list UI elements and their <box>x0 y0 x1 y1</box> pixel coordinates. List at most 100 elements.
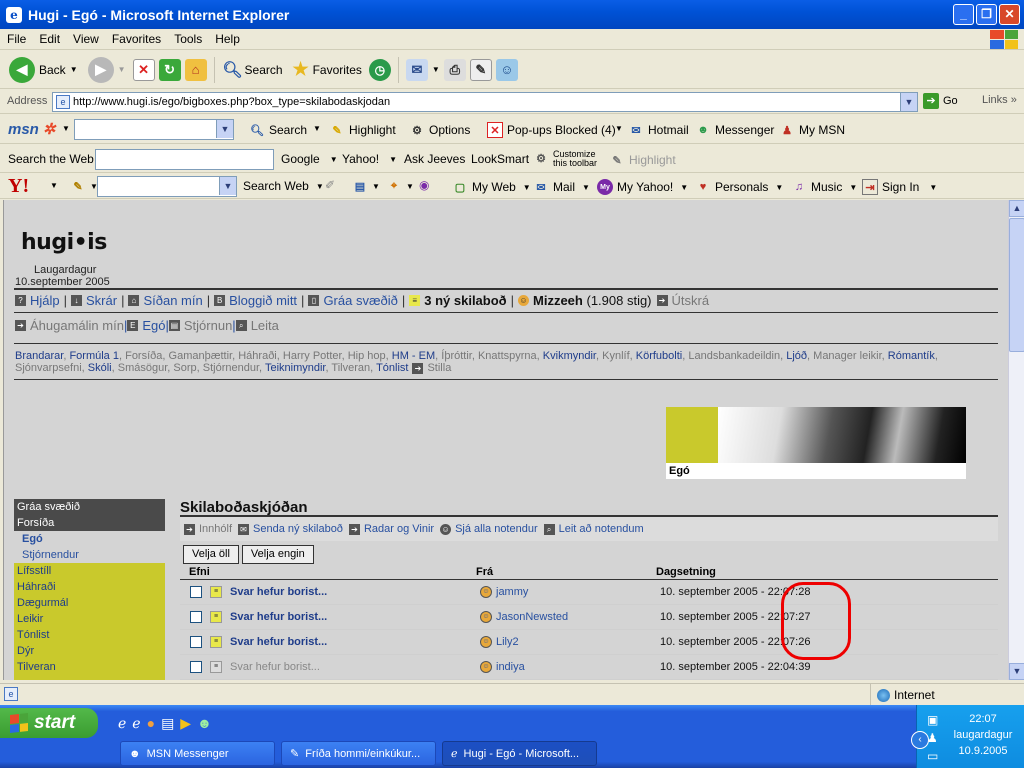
message-row[interactable]: ≡ Svar hefur borist... ☺ jammy 10. september… <box>180 580 998 605</box>
interest-link[interactable]: Kynlíf <box>602 350 630 362</box>
mail-button[interactable]: ✉ Mail ▼ <box>533 179 590 195</box>
menu-favorites[interactable]: Favorites <box>106 32 167 46</box>
favorites-button[interactable]: ★ Favorites <box>290 59 365 79</box>
task-chat-window[interactable]: ✎ Fríða hommi/einkúkur... <box>281 741 436 766</box>
start-button[interactable]: start <box>0 708 98 738</box>
options-button[interactable]: ⚙ Options <box>409 122 470 138</box>
scroll-down-button[interactable]: ▼ <box>1009 663 1024 680</box>
interest-link[interactable]: Hip hop <box>348 350 386 362</box>
headphones-icon[interactable]: ◉ <box>419 178 429 192</box>
search-web-button[interactable]: Search Web ▼ <box>243 179 324 193</box>
send-new-link[interactable]: Senda ný skilaboð <box>253 523 343 535</box>
admin-link[interactable]: Stjórnun <box>184 318 232 333</box>
vertical-scrollbar[interactable]: ▲ ▼ <box>1008 200 1024 680</box>
my-page-link[interactable]: Síðan mín <box>143 293 202 308</box>
ie-quicklaunch-icon-2[interactable]: ℯ <box>132 715 140 732</box>
my-yahoo-button[interactable]: My My Yahoo! ▼ <box>597 179 688 195</box>
message-subject[interactable]: Svar hefur borist... <box>230 611 480 623</box>
message-checkbox[interactable] <box>190 636 202 648</box>
interest-link[interactable]: Sorp <box>173 362 196 374</box>
interest-link[interactable]: Landsbankadeildin <box>688 350 780 362</box>
gray-area-link[interactable]: Gráa svæðið <box>323 293 397 308</box>
edit-icon[interactable]: ✎ <box>469 58 492 81</box>
pencil-icon[interactable]: ✎ ▼ <box>70 178 98 194</box>
mail-icon[interactable]: ✉ <box>405 58 428 81</box>
interest-link[interactable]: Gamanþættir <box>169 350 233 362</box>
scroll-thumb[interactable] <box>1009 218 1024 352</box>
tray-computer-icon[interactable]: ▭ <box>927 749 938 763</box>
popups-dropdown-icon[interactable]: ▼ <box>615 124 623 133</box>
interest-link[interactable]: Smásögur <box>118 362 168 374</box>
go-button[interactable]: ➔ Go <box>923 93 958 109</box>
menu-edit[interactable]: Edit <box>33 32 66 46</box>
message-checkbox[interactable] <box>190 611 202 623</box>
maximize-button[interactable]: ❐ <box>976 4 997 25</box>
message-sender[interactable]: Lily2 <box>496 636 519 648</box>
sidebar-frontpage[interactable]: Forsíða <box>14 515 165 531</box>
interest-link[interactable]: Sjónvarpsefni <box>15 362 82 374</box>
interest-link[interactable]: Stjórnendur <box>203 362 259 374</box>
message-sender[interactable]: JasonNewsted <box>496 611 568 623</box>
search-web-input[interactable] <box>95 149 274 170</box>
interest-link[interactable]: Knattspyrna <box>478 350 537 362</box>
address-dropdown-icon[interactable]: ▼ <box>900 93 917 111</box>
settings-link[interactable]: Stilla <box>427 362 451 374</box>
home-icon[interactable]: ⌂ <box>184 58 207 81</box>
scroll-up-button[interactable]: ▲ <box>1009 200 1024 217</box>
refresh-icon[interactable]: ↻ <box>158 58 181 81</box>
google-button[interactable]: Google ▼ <box>281 152 338 166</box>
print-icon[interactable]: ⎙ <box>443 58 466 81</box>
new-messages-link[interactable]: 3 ný skilaboð <box>424 293 506 308</box>
sidebar-item-games[interactable]: Leikir <box>14 611 165 627</box>
interest-link[interactable]: HM - EM <box>392 350 435 362</box>
ie-quicklaunch-icon[interactable]: ℯ <box>118 715 126 732</box>
msn-dropdown-icon[interactable]: ▼ <box>62 124 70 133</box>
back-dropdown-icon[interactable]: ▼ <box>70 65 78 74</box>
inbox-link[interactable]: Innhólf <box>199 523 232 535</box>
my-web-button[interactable]: ▢ My Web ▼ <box>452 179 531 195</box>
forward-button[interactable]: ▶ ▼ <box>85 56 129 83</box>
close-button[interactable]: ✕ <box>999 4 1020 25</box>
yahoo-button[interactable]: Yahoo! ▼ <box>342 152 397 166</box>
my-interests-link[interactable]: Áhugamálin mín <box>30 318 124 333</box>
sw-highlight-button[interactable]: ✎ Highlight <box>609 152 675 168</box>
yahoo-search-input[interactable]: ▼ <box>97 176 237 197</box>
personals-button[interactable]: ♥ Personals ▼ <box>695 179 784 195</box>
hugi-logo[interactable]: hugi•is <box>21 230 107 255</box>
sidebar-item-animals[interactable]: Dýr <box>14 643 165 659</box>
sidebar-item-admins[interactable]: Stjórnendur <box>14 547 165 563</box>
notepad-icon[interactable]: ▤ <box>161 715 174 732</box>
message-checkbox[interactable] <box>190 586 202 598</box>
tray-app-icon[interactable]: ♟ <box>927 731 938 745</box>
message-checkbox[interactable] <box>190 661 202 673</box>
back-button[interactable]: ◀ Back ▼ <box>6 56 81 83</box>
search-users-link[interactable]: Leit að notendum <box>559 523 644 535</box>
msn-search-input[interactable]: ▼ <box>74 119 234 140</box>
stop-icon[interactable]: ✕ <box>132 58 155 81</box>
mail-dropdown-icon[interactable]: ▼ <box>432 65 440 74</box>
popups-blocked-button[interactable]: ✕ Pop-ups Blocked (4) <box>487 122 616 138</box>
address-input[interactable]: e http://www.hugi.is/ego/bigboxes.php?bo… <box>52 92 918 112</box>
ask-jeeves-button[interactable]: Ask Jeeves <box>404 152 465 166</box>
select-all-button[interactable]: Velja öll <box>183 545 239 564</box>
sidebar-item-lifestyle[interactable]: Lífsstíll <box>14 563 165 579</box>
interest-link[interactable]: Háhraði <box>238 350 277 362</box>
customize-toolbar-button[interactable]: ⚙ Customize this toolbar <box>533 150 597 168</box>
my-msn-button[interactable]: ♟ My MSN <box>779 122 845 138</box>
select-none-button[interactable]: Velja engin <box>241 545 314 564</box>
message-sender[interactable]: jammy <box>496 586 528 598</box>
username-link[interactable]: Mizzeeh <box>533 293 583 308</box>
interest-link[interactable]: Harry Potter <box>283 350 342 362</box>
interest-link[interactable]: Skóli <box>88 362 112 374</box>
clock[interactable]: 22:07 laugardagur 10.9.2005 <box>947 713 1019 757</box>
sidebar-item-existence[interactable]: Tilveran <box>14 659 165 675</box>
interest-link[interactable]: Körfubolti <box>636 350 682 362</box>
minimize-button[interactable]: _ <box>953 4 974 25</box>
links-label[interactable]: Links » <box>982 94 1017 106</box>
msn-logo[interactable]: msn ✲ <box>8 120 55 139</box>
messenger-icon[interactable]: ☺ <box>495 58 518 81</box>
media-player-icon[interactable]: ▶ <box>180 715 191 732</box>
message-row[interactable]: ≡ Svar hefur borist... ☺ indiya 10. septembe… <box>180 655 998 680</box>
messenger-quicklaunch-icon[interactable]: ☻ <box>197 715 212 732</box>
interest-link[interactable]: Ljóð <box>786 350 807 362</box>
